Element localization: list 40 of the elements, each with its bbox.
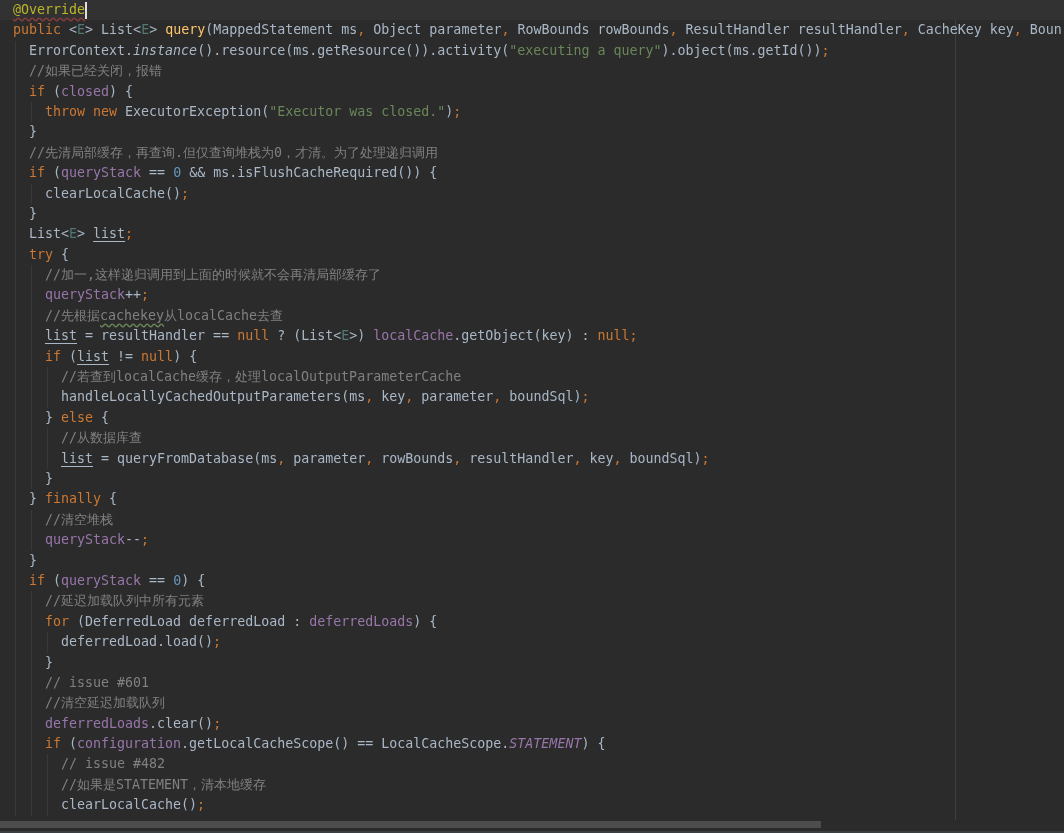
code-line: if (queryStack == 0) { — [29, 571, 206, 590]
code-line: ErrorContext.instance().resource(ms.getResource()).activity("executing a query").object(ms.getId()); — [29, 41, 830, 60]
code-line: } — [45, 470, 53, 488]
code-line: handleLocallyCachedOutputParameters(ms, key, parameter, boundSql); — [61, 388, 590, 407]
code-line: //如果是STATEMENT，清本地缓存 — [61, 775, 267, 794]
code-line: //从数据库查 — [61, 429, 142, 448]
code-line: } — [29, 123, 37, 142]
code-line: List<E> list; — [29, 225, 134, 244]
code-line: deferredLoads.clear(); — [45, 714, 222, 733]
code-line: queryStack++; — [45, 286, 150, 305]
code-line: clearLocalCache(); — [45, 184, 190, 203]
code-line: } finally { — [29, 490, 118, 509]
code-line: if (configuration.getLocalCacheScope() == LocalCacheScope.STATEMENT) { — [45, 735, 606, 754]
code-line: //延迟加载队列中所有元素 — [45, 592, 204, 611]
code-line: // issue #482 — [61, 755, 166, 774]
horizontal-scrollbar[interactable] — [0, 820, 1064, 833]
code-line: throw new ExecutorException("Executor was closed."); — [45, 102, 462, 121]
code-line: if (closed) { — [29, 82, 134, 101]
code-line: if (list != null) { — [45, 347, 198, 366]
code-line: for (DeferredLoad deferredLoad : deferredLoads) { — [45, 612, 438, 631]
code-line: list = queryFromDatabase(ms, parameter, rowBounds, resultHandler, key, boundSql); — [61, 449, 710, 468]
code-line: public <E> List<E> query(MappedStatement ms, Object parameter, RowBounds rowBounds, ResultHandler resultHandler, CacheKey key, Boun — [13, 21, 1062, 40]
code-line: queryStack--; — [45, 531, 150, 550]
code-line: //先根据cachekey从localCache去查 — [45, 306, 284, 325]
code-line: } else { — [45, 408, 110, 427]
code-line: //若查到localCache缓存，处理localOutputParameterCache — [61, 368, 462, 387]
code-line: // issue #601 — [45, 673, 150, 692]
code-line: if (queryStack == 0 && ms.isFlushCacheRequired()) { — [29, 164, 438, 183]
code-line: @Override — [13, 1, 86, 19]
code-line: deferredLoad.load(); — [61, 633, 222, 652]
code-line: } — [29, 551, 37, 570]
code-line: //清空堆栈 — [45, 510, 113, 529]
code-line: clearLocalCache(); — [61, 796, 206, 815]
code-line: //清空延迟加载队列 — [45, 694, 165, 713]
code-line: //先清局部缓存，再查询.但仅查询堆栈为0，才清。为了处理递归调用 — [29, 143, 439, 162]
code-line: } — [29, 204, 37, 223]
code-line: try { — [29, 245, 70, 264]
code-line: } — [45, 653, 53, 672]
code-line: //如果已经关闭，报错 — [29, 62, 162, 81]
code-line: list = resultHandler == null ? (List<E>) localCache.getObject(key) : null; — [45, 327, 638, 346]
